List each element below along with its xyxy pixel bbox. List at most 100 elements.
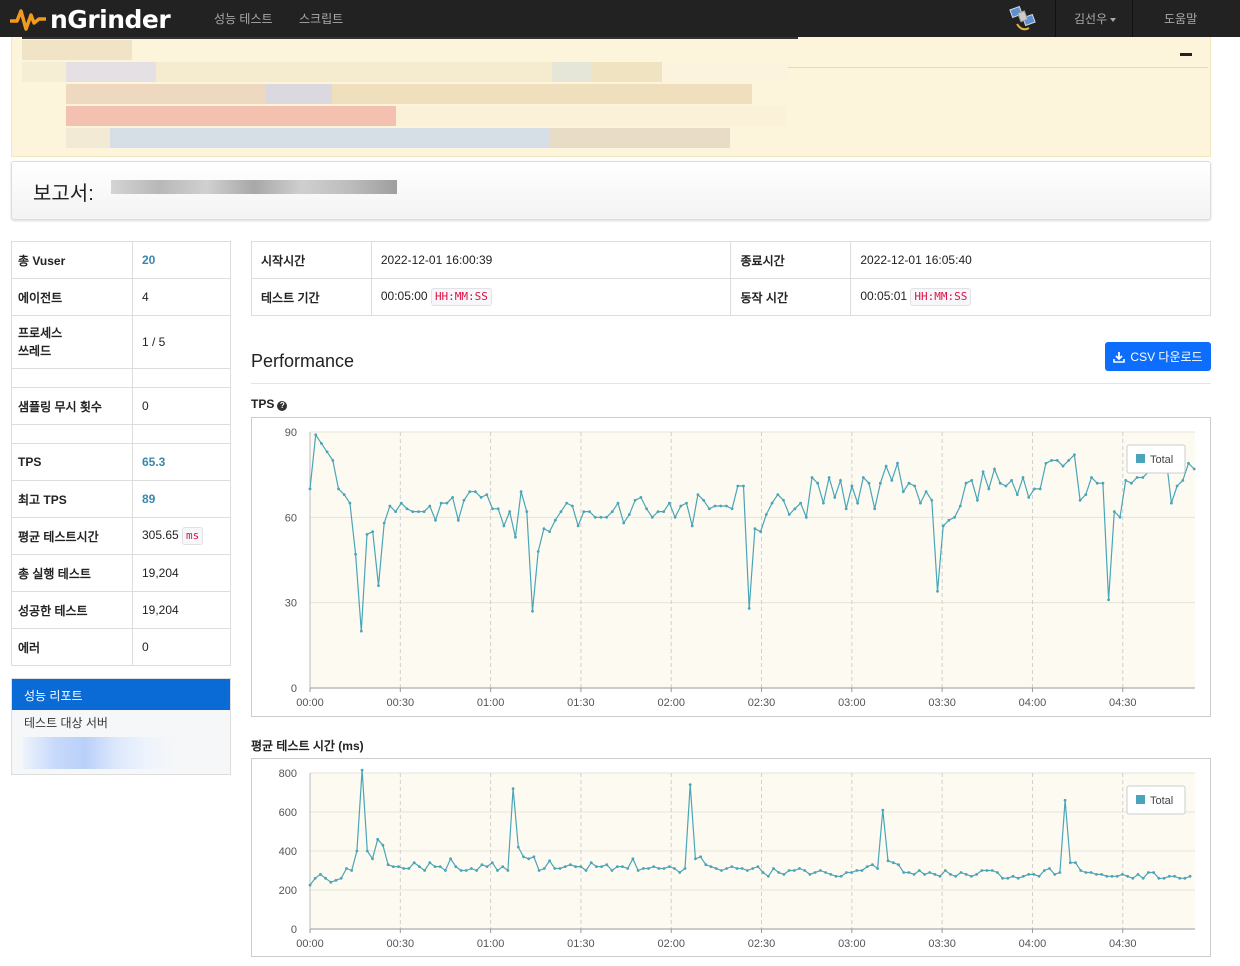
data-point (496, 507, 500, 511)
data-point (884, 464, 888, 468)
data-point (628, 513, 631, 516)
data-point (673, 867, 676, 870)
stat-row: 에러 0 (11, 628, 231, 666)
data-point (386, 863, 390, 867)
data-point (454, 865, 458, 868)
data-point (1074, 861, 1077, 865)
data-point (1121, 873, 1124, 876)
data-point (365, 533, 369, 536)
report-side-menu: 성능 리포트 테스트 대상 서버 (11, 678, 231, 775)
data-point (456, 518, 460, 522)
nav-help[interactable]: 도움말 (1164, 10, 1197, 27)
data-point (371, 530, 375, 533)
data-point (1095, 873, 1098, 876)
x-tick-label: 02:00 (657, 697, 685, 709)
unit-badge: ms (182, 527, 204, 545)
data-point (1187, 461, 1190, 465)
data-point (936, 589, 939, 593)
data-point (1078, 498, 1082, 502)
data-point (730, 507, 734, 511)
data-point (444, 869, 447, 872)
data-point (350, 869, 354, 872)
data-point (943, 869, 947, 872)
data-point (542, 867, 546, 870)
satellite-icon[interactable] (1007, 2, 1039, 34)
data-point (650, 515, 654, 519)
data-point (1048, 867, 1051, 870)
redacted-block (22, 40, 132, 60)
stat-value: 1 / 5 (132, 315, 231, 369)
help-question-icon[interactable]: ? (277, 401, 288, 411)
tps-chart-title: TPS (251, 397, 275, 411)
data-point (897, 863, 900, 867)
data-point (1157, 876, 1161, 880)
x-tick-label: 00:00 (296, 938, 324, 950)
redacted-block (110, 128, 550, 148)
y-tick-label: 800 (279, 768, 297, 780)
x-tick-label: 03:00 (838, 697, 866, 709)
stat-key: TPS (11, 443, 133, 481)
data-point (600, 865, 603, 868)
data-point (764, 513, 768, 516)
data-point (1183, 876, 1187, 880)
data-point (959, 871, 963, 874)
legend-swatch (1136, 454, 1145, 463)
data-point (1112, 510, 1116, 513)
data-point (1188, 874, 1192, 878)
x-tick-label: 03:30 (928, 697, 956, 709)
data-point (553, 867, 557, 870)
data-point (1192, 467, 1196, 471)
x-tick-label: 00:00 (296, 697, 324, 709)
data-point (438, 865, 442, 868)
stat-row-spacer (11, 368, 231, 388)
redacted-block (662, 62, 787, 82)
data-point (576, 524, 580, 528)
data-point (683, 867, 687, 870)
data-point (407, 867, 411, 870)
data-point (740, 867, 744, 870)
data-point (867, 481, 871, 485)
data-point (1126, 874, 1129, 878)
data-point (532, 855, 536, 859)
ngrinder-logo[interactable]: nGrinder (10, 3, 171, 35)
data-point (1124, 479, 1128, 482)
data-point (308, 487, 312, 491)
chart-legend: Total (1126, 785, 1186, 815)
menu-performance-report[interactable]: 성능 리포트 (12, 679, 230, 710)
start-time-value: 2022-12-01 16:00:39 (370, 241, 732, 279)
csv-download-button[interactable]: CSV 다운로드 (1105, 342, 1211, 371)
stat-value: 0 (132, 387, 231, 425)
data-point (394, 510, 397, 513)
data-point (1015, 493, 1019, 496)
stat-key-process: 프로세스 쓰레드 (18, 326, 63, 358)
data-point (1067, 459, 1071, 462)
brand-name: nGrinder (50, 4, 171, 34)
tps-chart-svg: 0 30 60 90 00:00 00:30 01:00 01:30 02:00 02:30 03:… (285, 427, 1196, 709)
data-point (714, 867, 718, 870)
y-tick-label: 0 (291, 924, 297, 936)
data-point (397, 865, 400, 868)
stat-value: 4 (132, 278, 231, 316)
menu-target-server[interactable]: 테스트 대상 서버 (12, 710, 230, 735)
data-point (1053, 873, 1057, 876)
data-point (636, 869, 640, 872)
redacted-block (156, 62, 556, 82)
y-tick-label: 200 (279, 885, 297, 897)
data-point (345, 867, 348, 870)
stat-value: 0 (132, 628, 231, 666)
data-point (599, 515, 603, 519)
redacted-block (396, 106, 786, 126)
data-point (588, 510, 591, 513)
data-point (873, 507, 877, 511)
data-point (320, 442, 323, 445)
data-point (856, 501, 859, 505)
data-point (949, 873, 952, 876)
mean-time-chart-svg: 0 200 400 600 800 00:00 00:30 01:00 01:30 02:00 02… (279, 768, 1195, 950)
data-point (519, 490, 523, 494)
data-point (901, 490, 905, 494)
data-point (679, 504, 683, 508)
nav-performance-test[interactable]: 성능 테스트 (214, 10, 273, 27)
user-dropdown[interactable]: 김선우 (1074, 10, 1117, 27)
collapse-icon[interactable] (1180, 53, 1192, 56)
nav-script[interactable]: 스크립트 (299, 10, 343, 27)
